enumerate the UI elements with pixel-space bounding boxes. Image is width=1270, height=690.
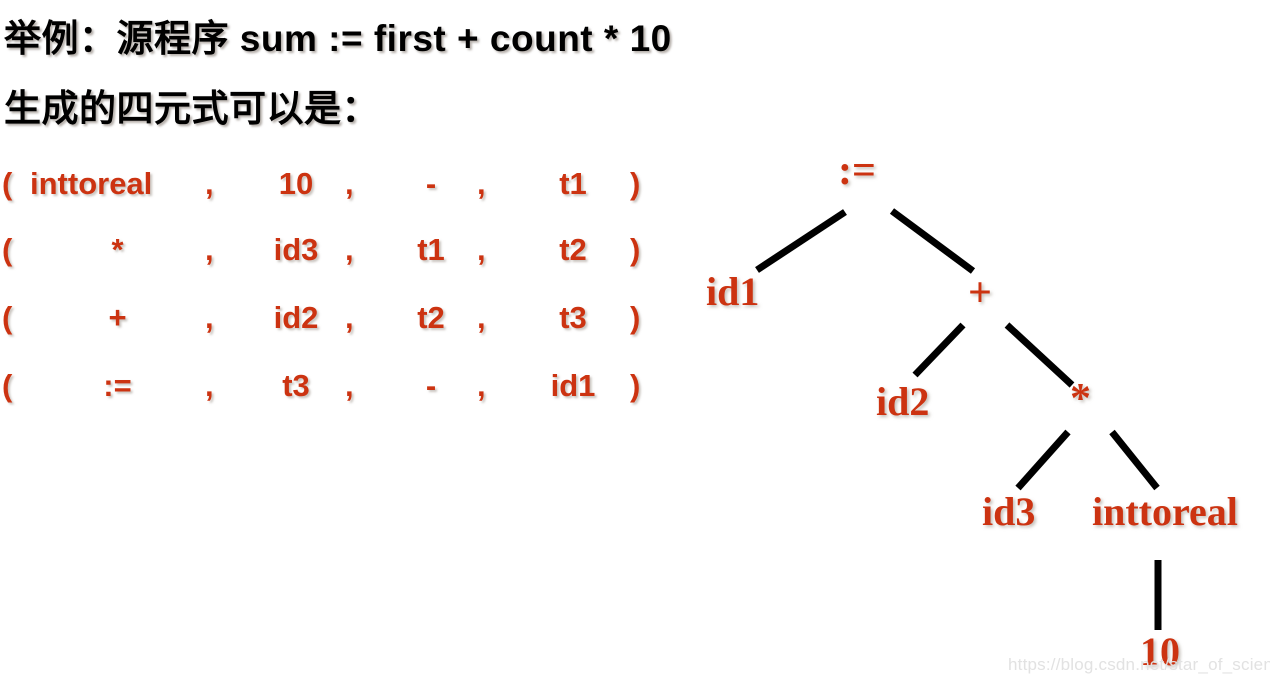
tree-node-id3: id3 <box>982 489 1036 534</box>
slide-canvas: 举例：源程序 sum := first + count * 10 生成的四元式可… <box>0 0 1270 690</box>
tree-node-assign: := <box>838 148 876 194</box>
tree-node-star: * <box>1070 376 1091 422</box>
tree-node-id2: id2 <box>876 379 930 424</box>
tree-node-inttoreal: inttoreal <box>1092 489 1238 534</box>
tree-node-id1: id1 <box>706 269 760 314</box>
watermark-url: https://blog.csdn.net/star_of_science <box>1008 655 1270 674</box>
tree-node-plus: + <box>968 270 992 316</box>
syntax-tree: := id1 + id2 * id3 inttoreal 10 <box>0 0 1270 690</box>
